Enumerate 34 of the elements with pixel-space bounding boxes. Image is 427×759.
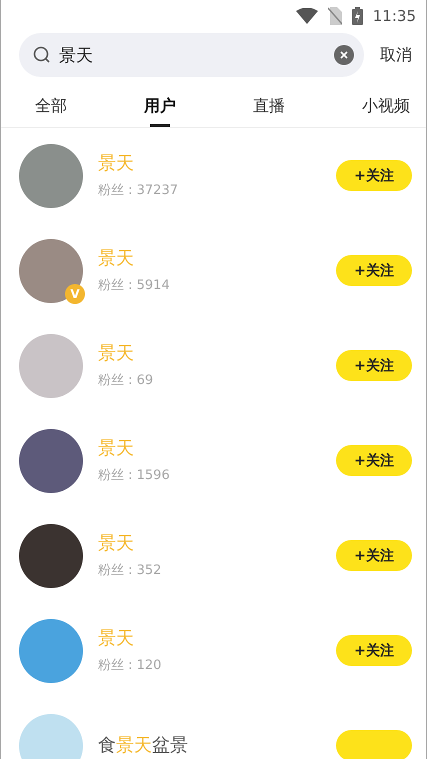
clear-icon[interactable] [334, 45, 354, 65]
fan-count: 粉丝 : 37237 [98, 182, 179, 198]
tab[interactable]: 用户 [142, 93, 178, 127]
status-time: 11:35 [372, 6, 416, 24]
fan-count: 粉丝 : 69 [98, 372, 154, 388]
user-name: 景天 [98, 438, 135, 460]
battery-charging-icon [352, 6, 363, 24]
verified-badge: V [65, 284, 85, 304]
tab[interactable]: 全部 [33, 93, 69, 127]
user-name: 景天 [98, 628, 135, 650]
search-input[interactable]: 景天 [57, 44, 328, 66]
user-name: 景天 [98, 532, 135, 554]
user-name: 景天 [98, 152, 135, 174]
follow-button[interactable]: +关注 [336, 255, 412, 286]
fan-count: 粉丝 : 5914 [98, 276, 171, 294]
tab[interactable]: 小视频 [360, 93, 412, 127]
tab[interactable]: 直播 [251, 93, 287, 127]
follow-button[interactable]: +关注 [336, 635, 412, 666]
no-sim-icon [328, 6, 342, 24]
cancel-button[interactable]: 取消 [376, 40, 416, 70]
avatar-placeholder [19, 714, 83, 759]
fan-count: 粉丝 : 352 [98, 562, 162, 578]
wifi-icon [296, 8, 318, 24]
search-icon [33, 46, 51, 64]
fan-count: 粉丝 : 1596 [98, 466, 171, 484]
user-name: 食景天盆景 [98, 734, 189, 756]
user-name: 景天 [98, 248, 135, 270]
follow-button[interactable]: +关注 [336, 445, 412, 476]
user-name: 景天 [98, 342, 135, 364]
follow-button[interactable]: +关注 [336, 350, 412, 381]
follow-button[interactable]: +关注 [336, 540, 412, 571]
follow-button[interactable]: +关注 [336, 160, 412, 191]
search-field[interactable]: 景天 [19, 33, 364, 77]
fan-count: 粉丝 : 120 [98, 656, 162, 674]
